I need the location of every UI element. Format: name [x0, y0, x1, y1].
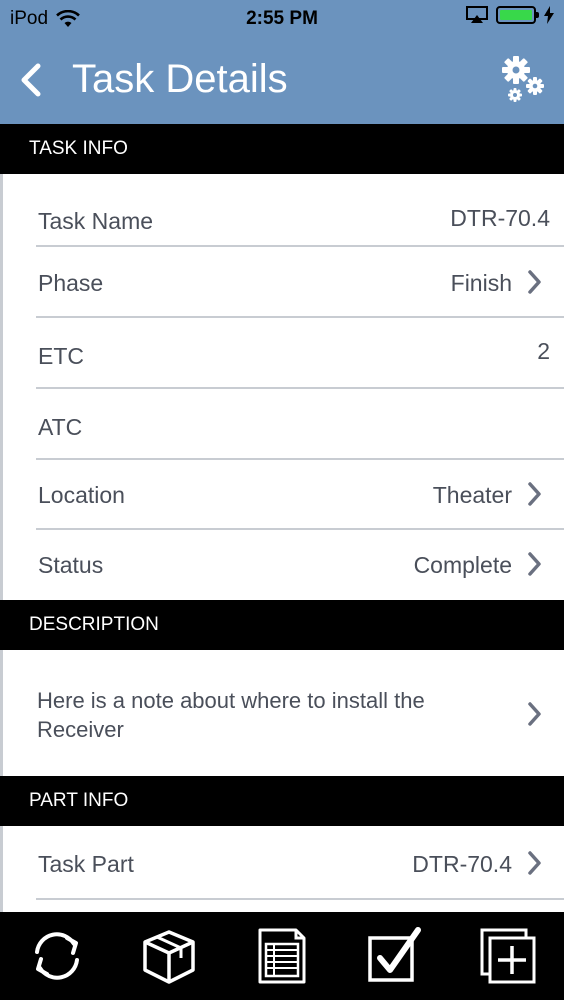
row-phase[interactable]: Phase Finish — [0, 247, 564, 317]
bottom-tab-bar — [0, 912, 564, 1000]
row-value: 2 — [537, 338, 550, 364]
row-value: DTR-70.4 — [450, 205, 550, 231]
chevron-left-icon[interactable] — [12, 56, 52, 104]
package-icon[interactable] — [139, 926, 199, 986]
add-copy-icon[interactable] — [478, 926, 538, 986]
status-right — [466, 6, 554, 24]
chevron-right-icon — [528, 552, 541, 576]
row-task-part[interactable]: Task Part DTR-70.4 — [0, 826, 564, 898]
section-header-task-info: TASK INFO — [0, 124, 564, 174]
row-value: Theater — [432, 482, 512, 508]
row-value: Complete — [413, 552, 512, 578]
row-label: Task Name — [38, 208, 154, 234]
row-label: Status — [38, 552, 104, 578]
section-header-part-info: PART INFO — [0, 776, 564, 826]
row-location[interactable]: Location Theater — [0, 460, 564, 530]
airplay-icon — [466, 6, 488, 23]
row-atc[interactable]: ATC — [0, 389, 564, 459]
row-label: ETC — [38, 343, 84, 369]
row-etc[interactable]: ETC 2 — [0, 318, 564, 388]
page-title: Task Details — [72, 57, 288, 101]
chevron-right-icon — [528, 851, 541, 875]
row-label: Task Part — [38, 851, 134, 877]
row-value: DTR-70.4 — [412, 851, 512, 877]
checkbox-icon[interactable] — [364, 926, 424, 986]
row-label: Phase — [38, 270, 104, 296]
list-document-icon[interactable] — [252, 926, 312, 986]
row-task-name: Task Name DTR-70.4 — [0, 174, 564, 246]
sync-icon[interactable] — [27, 926, 87, 986]
navigation-bar: Task Details — [0, 36, 564, 124]
gears-icon[interactable] — [498, 54, 546, 106]
chevron-right-icon — [528, 702, 541, 726]
status-bar: iPod 2:55 PM — [0, 0, 564, 36]
chevron-right-icon — [528, 482, 541, 506]
chevron-right-icon — [528, 270, 541, 294]
description-text: Here is a note about where to install th… — [37, 686, 507, 744]
description-line: Receiver — [37, 717, 124, 742]
row-label: Location — [38, 482, 125, 508]
battery-icon — [496, 6, 539, 24]
row-label: ATC — [38, 414, 83, 440]
row-value: Finish — [450, 270, 512, 296]
divider — [36, 898, 564, 900]
row-status[interactable]: Status Complete — [0, 530, 564, 600]
description-line: Here is a note about where to install th… — [37, 688, 425, 713]
section-header-description: DESCRIPTION — [0, 600, 564, 650]
charging-bolt-icon — [544, 6, 554, 24]
